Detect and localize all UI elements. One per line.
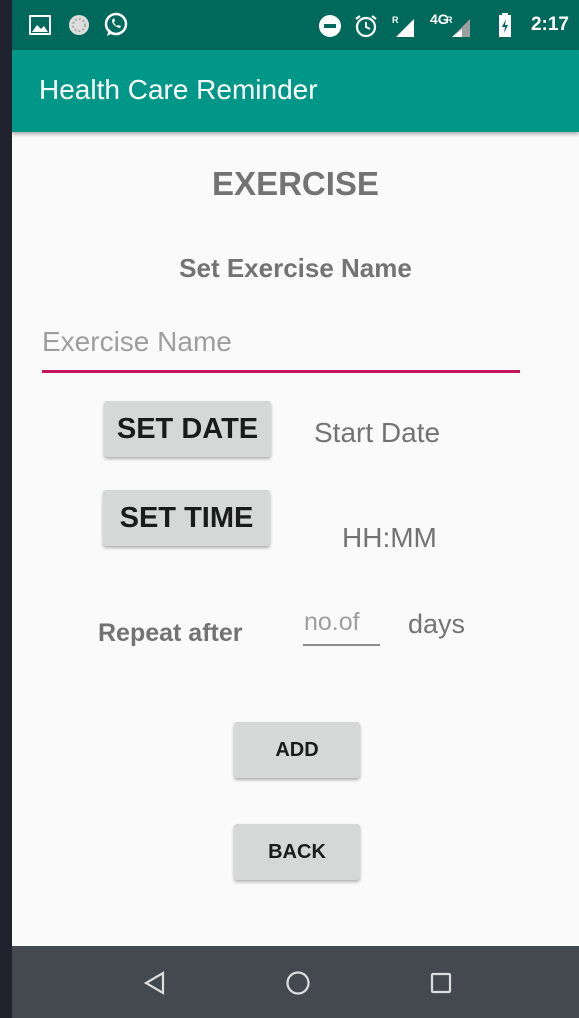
dnd-icon: [318, 14, 342, 43]
status-time: 2:17: [530, 14, 569, 35]
status-bar: R 4G R 2:17: [12, 0, 579, 50]
set-date-button[interactable]: SET DATE: [104, 401, 271, 457]
app-title: Health Care Reminder: [39, 74, 318, 105]
svg-text:R: R: [392, 15, 399, 25]
repeat-days-input[interactable]: [303, 604, 380, 646]
home-icon[interactable]: [283, 968, 313, 998]
repeat-after-label: Repeat after: [98, 619, 243, 647]
back-button[interactable]: BACK: [234, 824, 360, 880]
svg-text:R: R: [446, 15, 453, 25]
alarm-icon: [353, 13, 379, 44]
image-icon: [29, 15, 51, 40]
exercise-name-heading: Set Exercise Name: [179, 253, 412, 283]
start-date-text: Start Date: [314, 417, 441, 448]
add-button[interactable]: ADD: [234, 722, 360, 778]
navigation-bar: [12, 946, 579, 1018]
set-time-button[interactable]: SET TIME: [103, 490, 270, 546]
signal-roaming-icon: R: [446, 13, 478, 44]
days-label: days: [408, 609, 466, 639]
sync-icon: [67, 13, 91, 42]
recents-icon[interactable]: [426, 968, 456, 998]
exercise-name-input[interactable]: [42, 320, 520, 373]
page-title: EXERCISE: [212, 165, 379, 202]
app-bar: Health Care Reminder: [12, 50, 579, 132]
time-text: HH:MM: [342, 522, 437, 553]
whatsapp-icon: [103, 12, 129, 43]
battery-charging-icon: [498, 12, 512, 43]
back-icon[interactable]: [140, 968, 170, 998]
app-screen: R 4G R 2:17 Health Care Reminder EXERCIS…: [12, 0, 579, 1018]
signal-icon: R: [392, 13, 428, 44]
